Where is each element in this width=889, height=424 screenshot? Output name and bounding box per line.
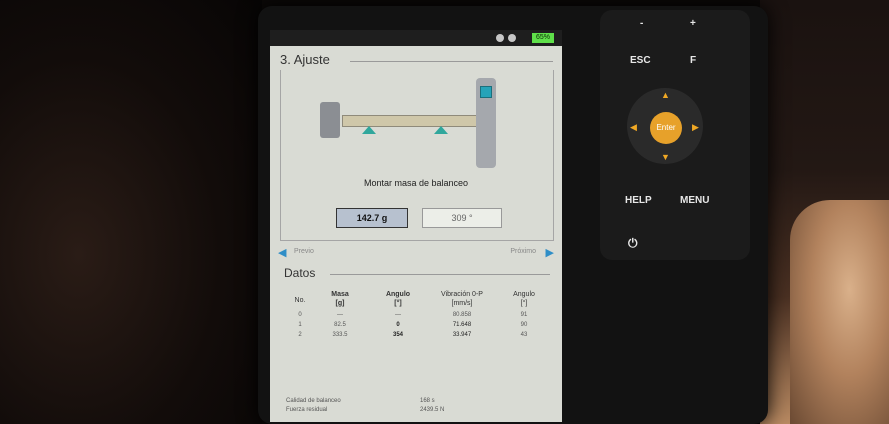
menu-key[interactable]: MENU [680, 195, 709, 206]
balance-quality-label: Calidad de balanceo [286, 398, 341, 404]
next-button[interactable]: Próximo [510, 248, 536, 255]
shaft-hub [320, 102, 340, 138]
table-header-angle-2: Angulo [°] [513, 291, 535, 307]
device-screen: 65% 3. Ajuste Montar masa de balanceo 14… [270, 30, 562, 422]
residual-force-label: Fuerza residual [286, 407, 328, 413]
down-arrow-icon[interactable]: ▼ [661, 152, 670, 162]
settings-icon [508, 34, 516, 42]
table-header-mass: Masa [g] [331, 291, 349, 307]
up-arrow-icon[interactable]: ▲ [661, 90, 670, 100]
minus-key[interactable]: - [640, 18, 643, 29]
plus-key[interactable]: + [690, 18, 696, 29]
page-title: 3. Ajuste [280, 52, 330, 67]
support-left-icon [362, 126, 376, 134]
table-header-angle: Angulo [°] [385, 291, 411, 307]
background-left [0, 0, 262, 424]
balance-position-marker [480, 86, 492, 98]
previous-button[interactable]: Previo [294, 248, 314, 255]
next-arrow-icon[interactable]: ▶ [546, 246, 554, 259]
esc-key[interactable]: ESC [630, 55, 651, 66]
navigation-row: ◀ Previo Próximo ▶ [278, 246, 554, 260]
angle-value-box[interactable]: 309 ° [422, 208, 502, 228]
f-key[interactable]: F [690, 55, 696, 66]
table-header-vibration: Vibración 0-P [mm/s] [441, 291, 483, 307]
balance-quality-value: 168 s [420, 398, 435, 404]
power-icon[interactable]: ⏻ [628, 236, 638, 251]
mass-value-box[interactable]: 142.7 g [336, 208, 408, 228]
enter-button[interactable]: Enter [650, 112, 682, 144]
battery-indicator: 65% [531, 33, 554, 43]
help-key[interactable]: HELP [625, 195, 652, 206]
right-arrow-icon[interactable]: ▶ [692, 122, 699, 133]
table-header-no: No. [294, 297, 306, 304]
support-right-icon [434, 126, 448, 134]
previous-arrow-icon[interactable]: ◀ [278, 246, 286, 259]
shaft-diagram-panel [280, 70, 554, 241]
status-bar: 65% [270, 30, 562, 46]
datos-divider [330, 274, 550, 275]
instruction-caption: Montar masa de balanceo [363, 178, 469, 188]
residual-force-value: 2439.5 N [420, 407, 445, 413]
left-arrow-icon[interactable]: ◀ [630, 122, 637, 133]
sand-pile [790, 200, 889, 424]
title-divider [350, 61, 553, 62]
datos-heading: Datos [284, 266, 316, 280]
bluetooth-icon [496, 34, 504, 42]
